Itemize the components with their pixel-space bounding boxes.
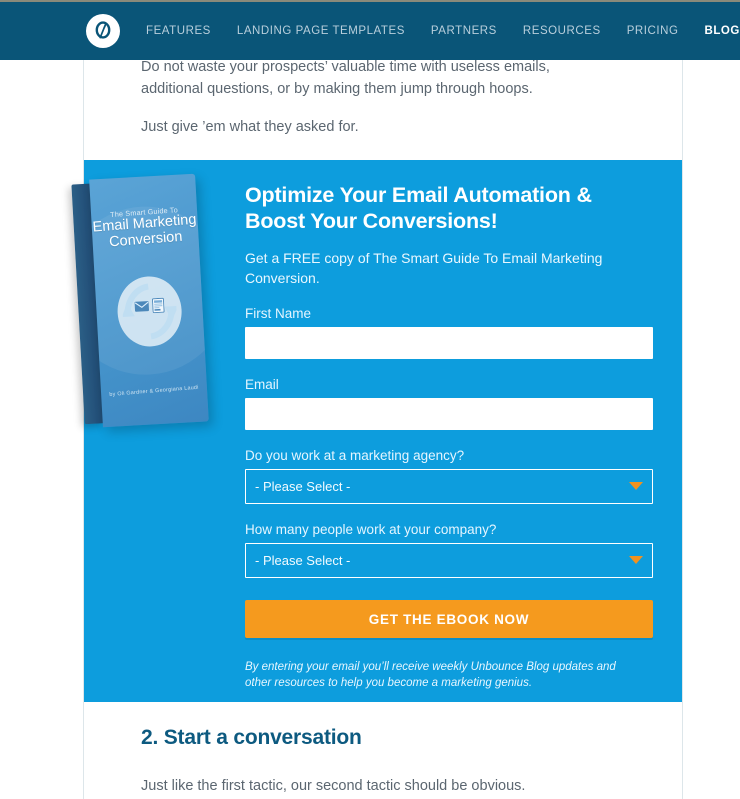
- ebook-book-3d: The Smart Guide To Email Marketing Conve…: [71, 173, 209, 429]
- nav-links: FEATURES LANDING PAGE TEMPLATES PARTNERS…: [146, 25, 740, 37]
- agency-select[interactable]: - Please Select -: [245, 469, 653, 504]
- agency-select-wrapper[interactable]: - Please Select -: [245, 469, 653, 504]
- unbounce-leaf-logo-icon[interactable]: [86, 14, 120, 48]
- cta-subheading: Get a FREE copy of The Smart Guide To Em…: [245, 250, 603, 286]
- nav-item-pricing[interactable]: PRICING: [627, 25, 679, 37]
- section-2-heading: 2. Start a conversation: [141, 726, 362, 749]
- first-name-label: First Name: [245, 306, 312, 321]
- envelope-icon: [134, 301, 150, 312]
- email-input[interactable]: [245, 398, 653, 430]
- section-2-paragraph: Just like the first tactic, our second t…: [141, 778, 526, 794]
- ebook-title-large: Email Marketing Conversion: [92, 211, 197, 250]
- ebook-front-cover: The Smart Guide To Email Marketing Conve…: [89, 173, 209, 428]
- article-paragraph-1: Do not waste your prospects’ valuable ti…: [141, 59, 550, 97]
- ebook-emblem-icons: [117, 297, 182, 316]
- top-navigation-bar: FEATURES LANDING PAGE TEMPLATES PARTNERS…: [0, 0, 740, 60]
- agency-question-label: Do you work at a marketing agency?: [245, 448, 465, 463]
- article-paragraph-2: Just give ’em what they asked for.: [141, 119, 359, 135]
- nav-item-landing-page-templates[interactable]: LANDING PAGE TEMPLATES: [237, 25, 405, 37]
- first-name-input[interactable]: [245, 327, 653, 359]
- ebook-cover-emblem: [115, 274, 184, 349]
- ebook-cta-panel: The Smart Guide To Email Marketing Conve…: [71, 160, 682, 702]
- cta-disclaimer-text: By entering your email you’ll receive we…: [245, 661, 616, 689]
- cta-heading: Optimize Your Email Automation & Boost Y…: [245, 183, 592, 233]
- article-column: Do not waste your prospects’ valuable ti…: [71, 59, 683, 799]
- company-size-select[interactable]: - Please Select -: [245, 543, 653, 578]
- email-label: Email: [245, 377, 279, 392]
- get-the-ebook-now-button[interactable]: GET THE EBOOK NOW: [245, 600, 653, 638]
- refresh-cycle-arrows-icon: [121, 283, 179, 340]
- chevron-down-icon[interactable]: [629, 556, 643, 564]
- company-size-select-wrapper[interactable]: - Please Select -: [245, 543, 653, 578]
- ebook-cover-image: The Smart Guide To Email Marketing Conve…: [62, 173, 232, 433]
- nav-item-blog[interactable]: BLOG: [704, 25, 739, 37]
- nav-item-resources[interactable]: RESOURCES: [523, 25, 601, 37]
- ebook-form-container: Optimize Your Email Automation & Boost Y…: [245, 182, 655, 691]
- document-icon: [152, 297, 165, 314]
- company-size-question-label: How many people work at your company?: [245, 522, 497, 537]
- chevron-down-icon[interactable]: [629, 482, 643, 490]
- page-root: FEATURES LANDING PAGE TEMPLATES PARTNERS…: [0, 0, 740, 799]
- nav-item-partners[interactable]: PARTNERS: [431, 25, 497, 37]
- ebook-author-credit: by Oli Gardner & Georgiana Laudi: [109, 384, 199, 399]
- nav-item-features[interactable]: FEATURES: [146, 25, 211, 37]
